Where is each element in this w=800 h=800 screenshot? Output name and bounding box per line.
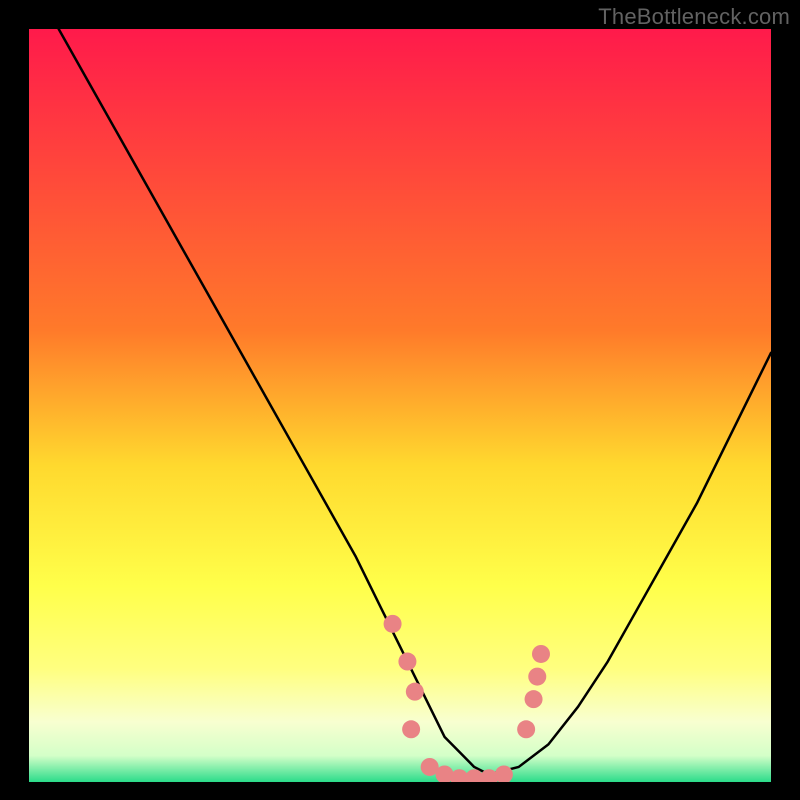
- data-marker: [406, 683, 424, 701]
- data-marker: [528, 668, 546, 686]
- data-marker: [525, 690, 543, 708]
- watermark-text: TheBottleneck.com: [598, 4, 790, 30]
- plot-area: [29, 29, 771, 782]
- data-marker: [532, 645, 550, 663]
- data-marker: [402, 720, 420, 738]
- chart-frame: TheBottleneck.com: [0, 0, 800, 800]
- data-marker: [517, 720, 535, 738]
- data-marker: [398, 653, 416, 671]
- gradient-background: [29, 29, 771, 782]
- bottleneck-chart-svg: [29, 29, 771, 782]
- data-marker: [384, 615, 402, 633]
